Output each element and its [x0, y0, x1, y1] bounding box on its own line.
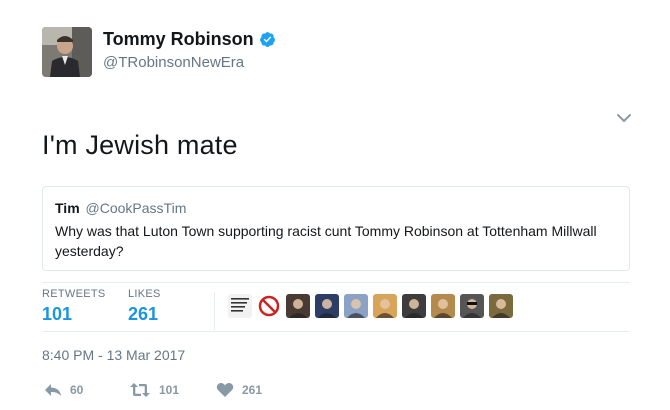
retweet-button[interactable]: 101 [129, 382, 179, 398]
tweet-text: I'm Jewish mate [42, 130, 238, 160]
tweet-timestamp[interactable]: 8:40 PM - 13 Mar 2017 [42, 347, 185, 363]
quoted-author-name: Tim [55, 200, 80, 216]
liker-avatar-text-logo-icon[interactable] [228, 294, 252, 318]
retweets-stat[interactable]: RETWEETS 101 [42, 288, 106, 325]
like-button[interactable]: 261 [216, 382, 262, 398]
retweet-count: 101 [159, 383, 180, 397]
retweets-label: RETWEETS [42, 288, 106, 300]
liker-avatar-group-icon[interactable] [402, 294, 426, 318]
author-display-name[interactable]: Tommy Robinson [103, 29, 254, 50]
liker-avatar-person-icon[interactable] [286, 294, 310, 318]
retweets-count: 101 [42, 304, 73, 324]
retweet-icon [130, 383, 150, 397]
heart-icon [216, 382, 234, 397]
author-avatar[interactable] [42, 27, 92, 77]
stats-divider [214, 292, 215, 330]
reply-button[interactable]: 60 [44, 382, 83, 398]
liker-avatar-photo-icon[interactable] [344, 294, 368, 318]
chevron-down-icon[interactable] [616, 113, 632, 123]
profile-photo-icon [42, 27, 92, 77]
liker-avatars [228, 294, 518, 318]
like-count: 261 [242, 383, 263, 397]
liker-avatar-photo-icon[interactable] [373, 294, 397, 318]
verified-badge-icon [259, 32, 275, 47]
liker-avatar-no-sign-icon[interactable] [257, 294, 281, 318]
author-handle[interactable]: @TRobinsonNewEra [103, 54, 244, 71]
likes-stat[interactable]: LIKES 261 [128, 288, 161, 325]
reply-icon [45, 384, 61, 396]
quoted-tweet[interactable]: Tim @CookPassTim Why was that Luton Town… [42, 186, 630, 271]
reply-count: 60 [70, 383, 84, 397]
quoted-tweet-text: Why was that Luton Town supporting racis… [55, 223, 597, 259]
liker-avatar-photo-icon[interactable] [489, 294, 513, 318]
tweet-stats: RETWEETS 101 LIKES 261 [42, 288, 630, 330]
likes-label: LIKES [128, 288, 161, 300]
tweet-actions: 60 101 261 [42, 382, 342, 400]
liker-avatar-banner-icon[interactable] [315, 294, 339, 318]
divider [42, 282, 630, 283]
likes-count: 261 [128, 304, 159, 324]
quoted-author-handle: @CookPassTim [85, 200, 187, 216]
tweet-header: Tommy Robinson @TRobinsonNewEra [42, 27, 642, 123]
divider [42, 331, 630, 332]
liker-avatar-photo-icon[interactable] [431, 294, 455, 318]
liker-avatar-sunglasses-icon[interactable] [460, 294, 484, 318]
